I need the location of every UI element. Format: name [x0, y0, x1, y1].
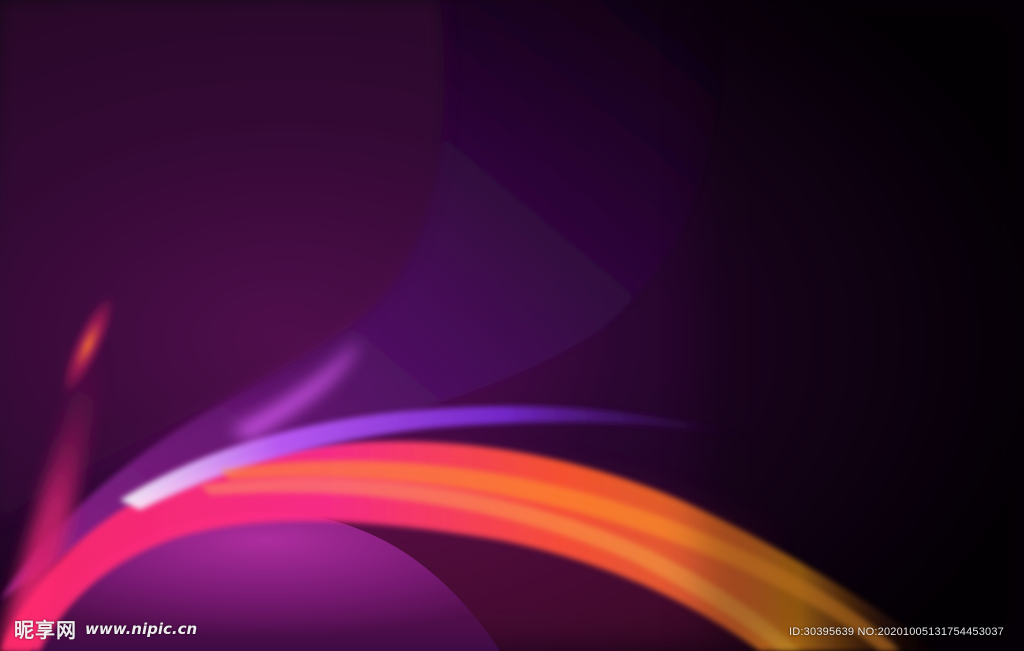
watermark-url: www.nipic.cn [85, 619, 198, 638]
site-watermark: 昵享网 www.nipic.cn [14, 614, 197, 643]
abstract-wallpaper: 昵享网 www.nipic.cn ID:30395639 NO:20201005… [0, 0, 1024, 651]
watermark-brand: 昵享网 [14, 618, 77, 642]
light-swirl-artwork [0, 0, 1024, 651]
image-id-label: ID:30395639 NO:20201005131754453037 [789, 626, 1004, 638]
